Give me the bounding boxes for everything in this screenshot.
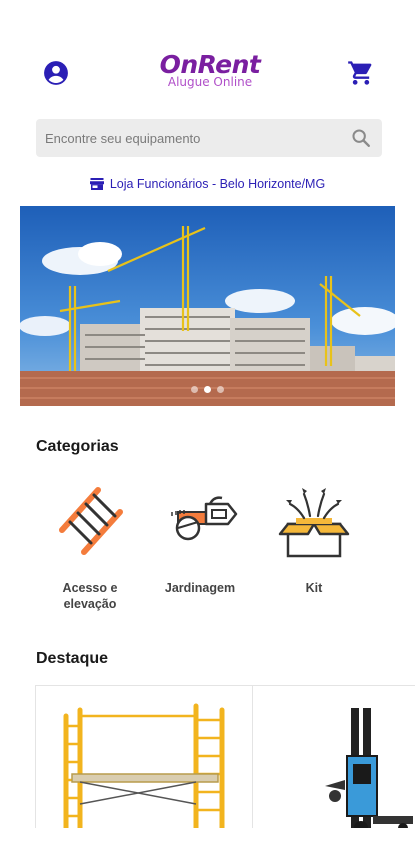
featured-title: Destaque [36,650,109,667]
scaffolding-image [63,703,225,834]
category-list: Acesso e elevação Jardinagem Kit [20,482,415,612]
store-label: Loja Funcionários - Belo Horizonte/MG [109,177,326,191]
shopping-cart-icon [348,61,372,85]
category-jardinagem[interactable]: Jardinagem [145,482,255,596]
banner-dot[interactable] [217,386,224,393]
featured-card[interactable] [252,685,415,835]
banner-dot-active[interactable] [204,386,211,393]
account-button[interactable] [43,60,69,86]
cart-button[interactable] [347,59,375,87]
store-icon [89,178,104,190]
open-box-icon [278,488,350,558]
app-header: OnRent Alugue Online [0,52,415,96]
banner-pagination [20,380,395,398]
category-label: Jardinagem [164,581,236,595]
category-label: Acesso e elevação [62,581,118,611]
category-acesso-elevacao[interactable]: Acesso e elevação [35,482,145,612]
featured-carousel [35,685,415,835]
chainsaw-icon [171,496,238,541]
construction-site-image [20,206,395,406]
search-bar [36,119,382,157]
hero-banner[interactable] [20,206,395,406]
onrent-logo[interactable]: OnRent Alugue Online [150,52,270,96]
category-kit[interactable]: Kit [259,482,369,596]
store-selector[interactable]: Loja Funcionários - Belo Horizonte/MG [0,177,415,195]
category-label: Kit [305,581,323,595]
categories-title: Categorias [36,438,119,455]
electric-stacker-image [325,708,413,834]
search-input[interactable] [36,119,336,157]
logo-subtitle: Alugue Online [167,75,253,89]
banner-dot[interactable] [191,386,198,393]
search-icon[interactable] [350,127,372,149]
featured-card[interactable] [35,685,253,835]
account-circle-icon [44,61,68,85]
bottom-spacer [0,828,415,852]
ladder-icon [59,487,123,555]
